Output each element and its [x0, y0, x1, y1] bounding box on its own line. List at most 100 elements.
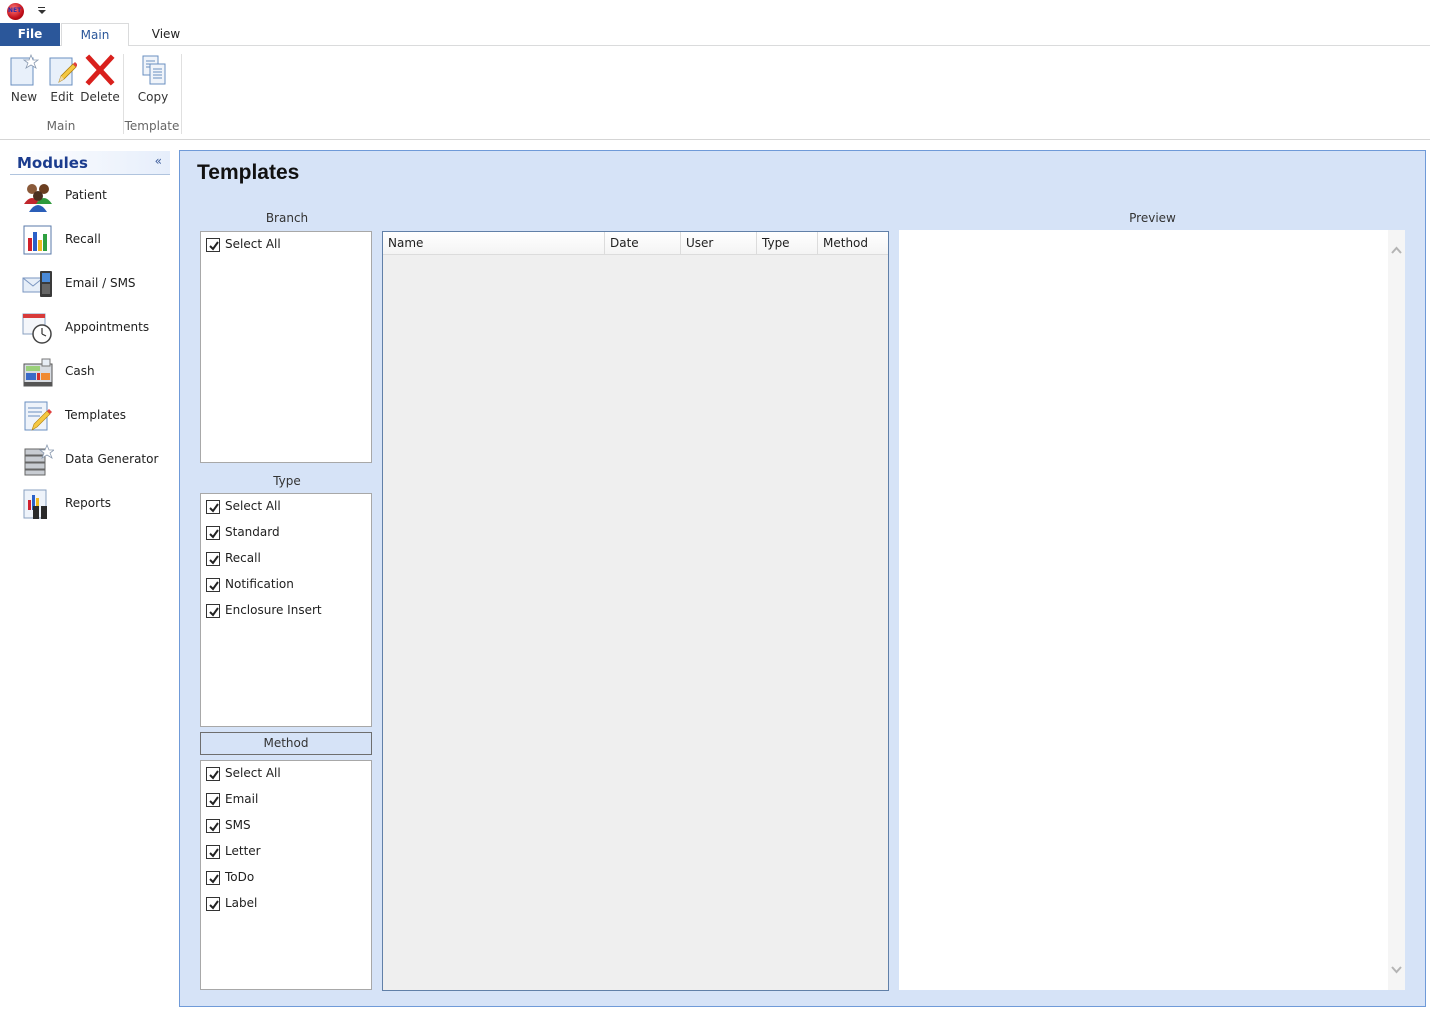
type-item-enclosure-insert[interactable]: Enclosure Insert: [201, 598, 371, 624]
preview-label: Preview: [1129, 211, 1176, 225]
type-item-select-all[interactable]: Select All: [201, 494, 371, 520]
scroll-down-icon[interactable]: [1390, 963, 1403, 976]
preview-scrollbar[interactable]: [1388, 230, 1405, 990]
method-item-todo[interactable]: ToDo: [201, 865, 371, 891]
ribbon-tabs: File Main View: [0, 23, 1430, 47]
sidebar-item-reports[interactable]: Reports: [10, 483, 170, 527]
method-item-letter[interactable]: Letter: [201, 839, 371, 865]
checkbox-checked[interactable]: [206, 238, 220, 252]
type-item-recall[interactable]: Recall: [201, 546, 371, 572]
collapse-sidebar-button[interactable]: «: [155, 154, 162, 168]
checkbox-checked[interactable]: [206, 819, 220, 833]
checkbox-checked[interactable]: [206, 845, 220, 859]
method-header-button[interactable]: Method: [200, 732, 372, 755]
sidebar-item-appointments[interactable]: Appointments: [10, 307, 170, 351]
tab-main[interactable]: Main: [61, 23, 129, 47]
sidebar-item-email-sms[interactable]: Email / SMS: [10, 263, 170, 307]
tab-file[interactable]: File: [0, 23, 60, 46]
sidebar-item-data-generator[interactable]: Data Generator: [10, 439, 170, 483]
sidebar-item-patient[interactable]: Patient: [10, 175, 170, 219]
branch-label: Branch: [265, 211, 309, 225]
reports-icon: [23, 489, 47, 519]
grid-header: Name Date User Type Method: [383, 232, 888, 255]
column-header-type[interactable]: Type: [757, 232, 818, 255]
type-item-notification[interactable]: Notification: [201, 572, 371, 598]
edit-label: Edit: [50, 90, 74, 104]
method-item-email[interactable]: Email: [201, 787, 371, 813]
checkbox-checked[interactable]: [206, 526, 220, 540]
page-title: Templates: [197, 161, 300, 184]
edit-button[interactable]: Edit: [44, 52, 80, 104]
sidebar-header: Modules «: [10, 151, 170, 175]
group-label-main: Main: [46, 119, 76, 133]
customize-dropdown-icon[interactable]: [37, 3, 47, 17]
app-logo-icon[interactable]: NET: [7, 3, 24, 20]
sidebar-item-label: Patient: [65, 188, 107, 202]
branch-list: Select All: [200, 231, 372, 463]
group-separator: [181, 54, 182, 134]
copy-button[interactable]: Copy: [132, 52, 174, 104]
checkbox-label: Enclosure Insert: [225, 603, 322, 617]
sidebar-item-label: Templates: [65, 408, 127, 422]
sidebar-item-label: Data Generator: [65, 452, 159, 466]
edit-pencil-icon: [49, 57, 77, 86]
templates-panel: Templates Branch Select All Type Select …: [179, 150, 1426, 1007]
delete-x-icon: [85, 54, 115, 86]
sidebar-item-label: Email / SMS: [65, 276, 136, 290]
checkbox-checked[interactable]: [206, 793, 220, 807]
database-star-icon: [24, 444, 54, 476]
sidebar-item-label: Recall: [65, 232, 101, 246]
preview-pane[interactable]: [899, 230, 1405, 990]
column-header-date[interactable]: Date: [605, 232, 681, 255]
type-item-standard[interactable]: Standard: [201, 520, 371, 546]
column-header-name[interactable]: Name: [383, 232, 605, 255]
method-list: Select All Email SMS Letter ToDo Label: [200, 760, 372, 990]
checkbox-label: Letter: [225, 844, 261, 858]
checkbox-label: SMS: [225, 818, 251, 832]
checkbox-label: Standard: [225, 525, 280, 539]
checkbox-label: Select All: [225, 237, 281, 251]
sidebar-item-label: Appointments: [65, 320, 150, 334]
new-label: New: [10, 90, 38, 104]
templates-grid[interactable]: Name Date User Type Method: [382, 231, 889, 991]
column-header-user[interactable]: User: [681, 232, 757, 255]
column-header-method[interactable]: Method: [818, 232, 888, 255]
checkbox-checked[interactable]: [206, 552, 220, 566]
delete-label: Delete: [80, 90, 120, 104]
group-label-template: Template: [124, 119, 180, 133]
checkbox-label: Select All: [225, 766, 281, 780]
checkbox-checked[interactable]: [206, 871, 220, 885]
sidebar-item-templates[interactable]: Templates: [10, 395, 170, 439]
type-list: Select All Standard Recall Notification …: [200, 493, 372, 727]
email-phone-icon: [22, 271, 52, 297]
type-label: Type: [273, 474, 301, 488]
checkbox-label: ToDo: [225, 870, 255, 884]
delete-button[interactable]: Delete: [80, 52, 120, 104]
quick-access-toolbar: NET: [0, 0, 1430, 22]
sidebar-item-cash[interactable]: Cash: [10, 351, 170, 395]
method-item-label[interactable]: Label: [201, 891, 371, 917]
tab-view[interactable]: View: [133, 23, 199, 46]
checkbox-label: Label: [225, 896, 258, 910]
branch-item-select-all[interactable]: Select All: [201, 232, 371, 258]
checkbox-checked[interactable]: [206, 578, 220, 592]
checkbox-checked[interactable]: [206, 604, 220, 618]
method-item-select-all[interactable]: Select All: [201, 761, 371, 787]
copy-label: Copy: [137, 90, 169, 104]
calendar-clock-icon: [22, 313, 52, 344]
ribbon: New Edit Delete Copy Main Template: [0, 46, 1430, 140]
bar-chart-icon: [23, 225, 52, 255]
new-button[interactable]: New: [6, 52, 42, 104]
scroll-up-icon[interactable]: [1390, 244, 1403, 257]
checkbox-checked[interactable]: [206, 500, 220, 514]
method-item-sms[interactable]: SMS: [201, 813, 371, 839]
cash-register-icon: [23, 358, 53, 387]
sidebar-item-recall[interactable]: Recall: [10, 219, 170, 263]
patient-group-icon: [24, 184, 52, 212]
document-pencil-icon: [24, 401, 52, 431]
checkbox-checked[interactable]: [206, 767, 220, 781]
sidebar-item-label: Reports: [65, 496, 112, 510]
checkbox-label: Recall: [225, 551, 261, 565]
checkbox-checked[interactable]: [206, 897, 220, 911]
sidebar-item-label: Cash: [65, 364, 95, 378]
